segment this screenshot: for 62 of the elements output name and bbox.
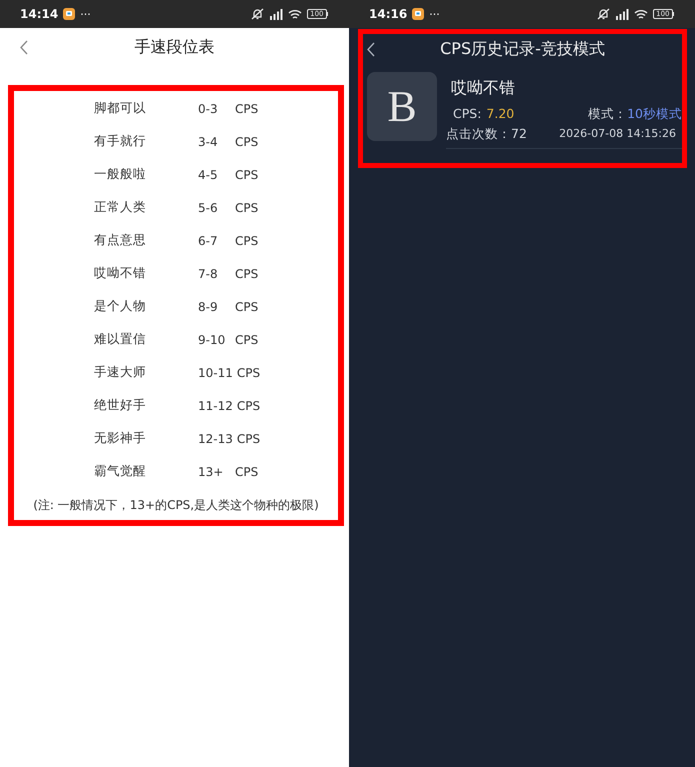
cps-unit: CPS [235,464,258,480]
app-icon [412,8,424,20]
rank-name: 手速大师 [94,363,147,382]
wifi-icon [288,8,302,20]
back-icon[interactable] [367,42,375,56]
cps-unit: CPS [235,266,258,282]
cps-range: 7-8 [198,266,219,282]
cps-unit: CPS [235,200,258,216]
cps-range: 13+ [198,464,224,480]
rank-name: 哎呦不错 [94,264,147,282]
mode-value: 10秒模式 [627,104,682,123]
clicks-label: 点击次数： [446,124,511,143]
cps-range: 11-12 [198,398,233,414]
record-time: 2026-07-08 14:15:26 [559,126,677,142]
cps-range: 10-11 [198,364,233,382]
rank-name: 是个人物 [94,297,147,316]
rank-name: 有手就行 [94,132,147,150]
rank-name: 霸气觉醒 [94,462,147,480]
clicks-value: 72 [511,124,527,143]
rank-name: 有点意思 [94,231,147,250]
avatar-tile: B [367,72,437,141]
app-icon [63,8,76,20]
cps-label: CPS: [453,104,482,123]
rank-name: 正常人类 [94,198,147,216]
page-title: CPS历史记录-竞技模式 [440,38,605,60]
cps-unit: CPS [235,298,258,316]
rank-name: 无影神手 [94,429,147,448]
footnote: (注: 一般情况下，13+的CPS,是人类这个物种的极限) [33,497,319,514]
rank-name: 难以置信 [94,330,147,348]
more-indicator: ··· [429,8,440,20]
cps-unit: CPS [235,100,258,118]
rank-name: 绝世好手 [94,396,147,414]
cps-unit: CPS [236,398,260,414]
cps-unit: CPS [236,364,260,382]
rank-name: 一般般啦 [94,165,147,184]
status-time: 14:14 [20,8,58,20]
signal-icon [616,8,630,20]
wifi-icon [634,8,648,20]
cps-range: 4-5 [198,166,219,184]
cps-value: 7.20 [486,104,514,123]
cps-range: 8-9 [198,298,219,316]
status-time: 14:16 [369,8,408,20]
cps-range: 6-7 [198,232,219,250]
cps-unit: CPS [236,430,260,448]
back-icon[interactable] [20,40,28,54]
cps-range: 3-4 [198,134,219,150]
page-title: 手速段位表 [134,36,214,58]
cps-range: 12-13 [198,430,233,448]
mode-label: 模式： [588,104,628,123]
cps-unit: CPS [235,332,258,348]
cps-range: 0-3 [198,100,219,118]
cps-unit: CPS [235,166,258,184]
muted-bell-icon [251,8,264,20]
signal-icon [270,8,284,20]
muted-bell-icon [597,8,610,20]
cps-unit: CPS [235,134,258,150]
rank-name: 脚都可以 [94,99,147,118]
more-indicator: ··· [80,8,91,20]
cps-range: 5-6 [198,200,219,216]
cps-range: 9-10 [198,332,226,348]
record-title: 哎呦不错 [451,77,515,99]
cps-unit: CPS [235,232,258,250]
